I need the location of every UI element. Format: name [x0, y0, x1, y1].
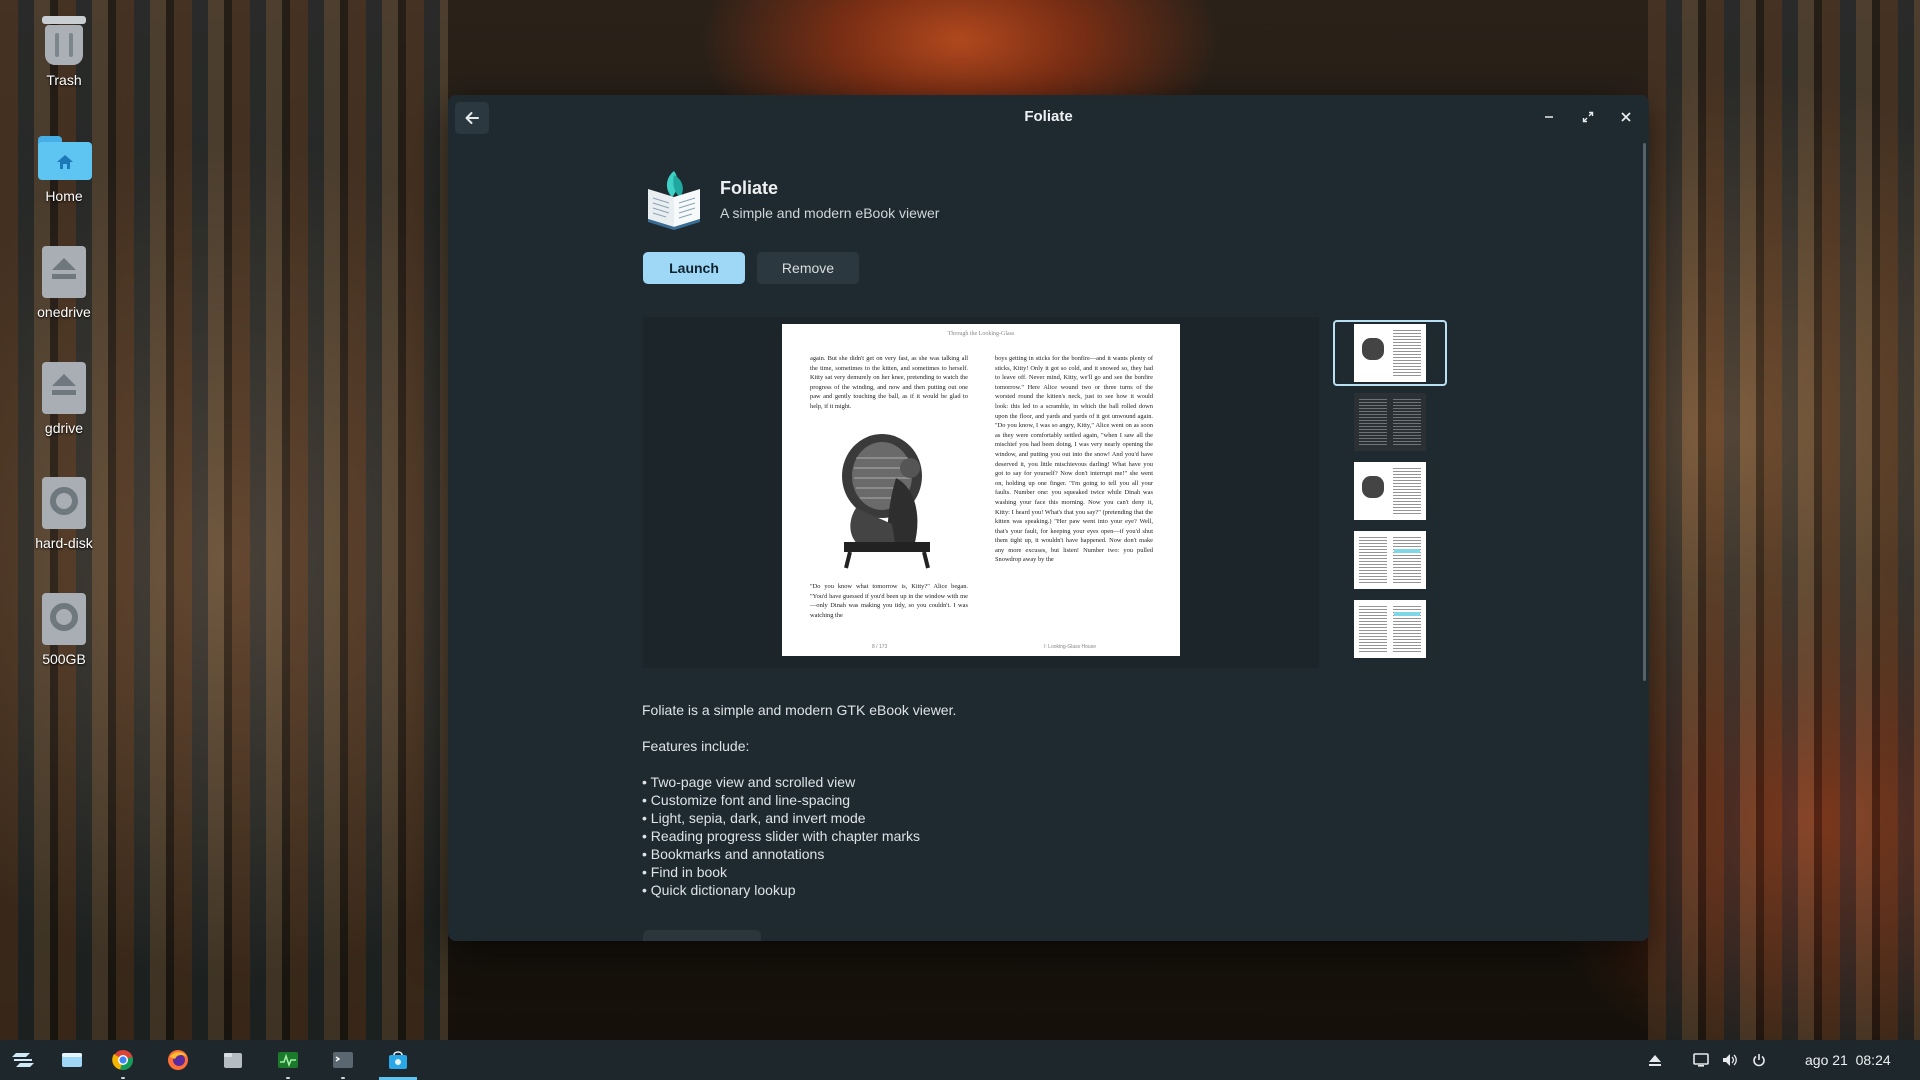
features-list: • Two-page view and scrolled view • Cust…	[642, 773, 956, 899]
close-icon	[1621, 112, 1631, 122]
tray-eject-button[interactable]	[1645, 1050, 1665, 1070]
taskbar-chrome[interactable]	[104, 1044, 142, 1079]
screenshot-viewer: Through the Looking-Glass again. But she…	[643, 317, 1319, 668]
desktop-icon-onedrive[interactable]: onedrive	[24, 244, 104, 320]
screenshot-chapter-name: I: Looking-Glass House	[1044, 644, 1096, 650]
window-title: Foliate	[1024, 108, 1073, 125]
screen-icon	[1693, 1053, 1709, 1067]
app-header: Foliate A simple and modern eBook viewer	[644, 167, 939, 231]
maximize-icon	[1582, 111, 1594, 123]
tray-power-button[interactable]	[1749, 1050, 1769, 1070]
volume-icon	[1723, 1054, 1737, 1066]
taskbar-clock[interactable]: ago 21 08:24	[1805, 1052, 1891, 1068]
desktop-icon-trash[interactable]: Trash	[24, 12, 104, 88]
home-folder-icon	[36, 128, 92, 184]
desktop-icon-gdrive[interactable]: gdrive	[24, 360, 104, 436]
zorin-menu-button[interactable]	[4, 1044, 42, 1076]
screenshot-thumbnail[interactable]	[1333, 458, 1447, 524]
file-manager-icon	[224, 1053, 242, 1068]
description-intro: Foliate is a simple and modern GTK eBook…	[642, 702, 957, 718]
trash-icon	[36, 12, 92, 68]
feature-item: • Light, sepia, dark, and invert mode	[642, 810, 866, 826]
remove-button[interactable]: Remove	[757, 252, 859, 284]
feature-item: • Customize font and line-spacing	[642, 792, 851, 808]
window-titlebar[interactable]: Foliate	[448, 95, 1649, 140]
software-app-window: Foliate Foliate A simple and modern eBoo…	[448, 95, 1649, 941]
screenshot-left-bottom-text: "Do you know what tomorrow is, Kitty?" A…	[810, 583, 968, 619]
drive-eject-icon	[36, 360, 92, 416]
tray-screen-button[interactable]	[1691, 1050, 1711, 1070]
wallpaper-bookshelf-right	[1648, 0, 1920, 1040]
taskbar-file-manager[interactable]	[214, 1044, 252, 1076]
feature-item: • Two-page view and scrolled view	[642, 774, 856, 790]
desktop-icon-label: hard-disk	[35, 535, 93, 551]
files-window-icon	[62, 1053, 82, 1067]
clock-time: 08:24	[1855, 1052, 1891, 1068]
taskbar: ago 21 08:24	[0, 1040, 1920, 1080]
features-heading: Features include:	[642, 738, 750, 754]
terminal-icon	[333, 1052, 353, 1068]
book-with-leaf-icon	[644, 167, 704, 231]
screenshot-thumbnail[interactable]	[1333, 527, 1447, 593]
screenshot-left-text: again. But she didn't get on very fast, …	[810, 355, 968, 410]
app-description: Foliate is a simple and modern GTK eBook…	[642, 701, 956, 899]
launch-button[interactable]: Launch	[643, 252, 745, 284]
minimize-button[interactable]	[1535, 103, 1563, 131]
app-name: Foliate	[720, 177, 779, 198]
maximize-button[interactable]	[1574, 103, 1602, 131]
screenshot-book-title: Through the Looking-Glass	[947, 331, 1015, 337]
chrome-icon	[112, 1050, 133, 1070]
app-summary: A simple and modern eBook viewer	[720, 204, 940, 221]
hard-disk-icon	[36, 591, 92, 647]
screenshot-thumbnail[interactable]	[1333, 389, 1447, 455]
screenshot-thumbnail[interactable]	[1333, 320, 1447, 386]
system-monitor-icon	[278, 1052, 298, 1068]
screenshot-right-text: boys getting in sticks for the bonfire—a…	[995, 355, 1153, 564]
hard-disk-icon	[36, 475, 92, 531]
firefox-icon	[168, 1050, 188, 1070]
eject-icon	[1649, 1055, 1661, 1066]
clock-date: ago 21	[1805, 1052, 1848, 1068]
desktop-icon-500gb[interactable]: 500GB	[24, 591, 104, 667]
desktop-icon-label: Home	[45, 188, 83, 204]
feature-item: • Find in book	[642, 864, 728, 880]
minimize-icon	[1545, 116, 1553, 118]
taskbar-system-monitor[interactable]	[269, 1044, 307, 1079]
screenshot-thumbnails	[1333, 320, 1447, 665]
desktop-icon-label: onedrive	[37, 304, 91, 320]
drive-eject-icon	[36, 244, 92, 300]
desktop-icon-label: Trash	[46, 72, 82, 88]
desktop-icon-hard-disk[interactable]: hard-disk	[24, 475, 104, 551]
desktop-icon-label: gdrive	[44, 420, 84, 436]
software-store-icon	[389, 1051, 407, 1069]
action-buttons: Launch Remove	[643, 252, 859, 284]
taskbar-terminal[interactable]	[324, 1044, 362, 1079]
app-screenshot[interactable]: Through the Looking-Glass again. But she…	[782, 324, 1180, 656]
alice-illustration-icon	[836, 434, 938, 570]
screenshot-page-number: 8 / 173	[872, 644, 888, 650]
feature-item: • Reading progress slider with chapter m…	[642, 828, 921, 844]
taskbar-files-window[interactable]	[53, 1044, 91, 1076]
desktop-icon-home[interactable]: Home	[24, 128, 104, 204]
partially-hidden-button[interactable]	[643, 930, 761, 941]
desktop-icon-label: 500GB	[42, 651, 86, 667]
zorin-menu-icon	[12, 1053, 34, 1067]
screenshot-thumbnail[interactable]	[1333, 596, 1447, 662]
feature-item: • Quick dictionary lookup	[642, 882, 796, 898]
taskbar-firefox[interactable]	[159, 1044, 197, 1076]
taskbar-software-store[interactable]	[379, 1044, 417, 1080]
tray-volume-button[interactable]	[1720, 1050, 1740, 1070]
feature-item: • Bookmarks and annotations	[642, 846, 825, 862]
content-scrollbar[interactable]	[1643, 143, 1646, 681]
close-button[interactable]	[1612, 103, 1640, 131]
power-icon	[1753, 1054, 1765, 1067]
